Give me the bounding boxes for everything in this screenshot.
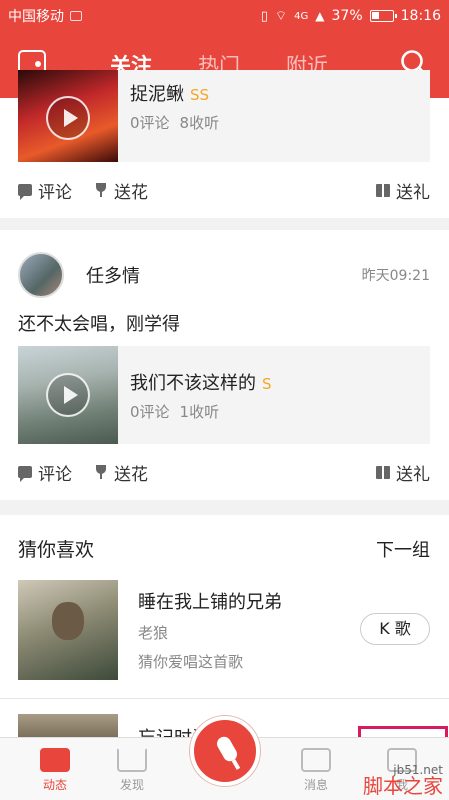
battery-icon	[369, 10, 397, 22]
recommend-header: 猜你喜欢 下一组	[18, 535, 430, 562]
user-row: 任多情 昨天09:21	[18, 250, 430, 300]
song-stats: 0评论 8收听	[130, 112, 219, 133]
action-row: 评论 送花 送礼	[18, 176, 430, 204]
flower-button[interactable]: 送花	[94, 178, 148, 203]
divider	[0, 698, 449, 699]
song-cover	[18, 346, 118, 444]
album-cover	[18, 580, 118, 680]
crown-icon	[117, 748, 147, 772]
watermark: jb51.net 脚本之家	[363, 764, 443, 796]
post-text: 还不太会唱，刚学得	[18, 314, 180, 335]
carrier-label: 中国移动	[8, 9, 64, 25]
status-bar: 中国移动 ▯ ⌔ 4G ▲ 37% 18:16	[0, 0, 449, 32]
username[interactable]: 任多情	[86, 262, 140, 288]
comment-button[interactable]: 评论	[18, 460, 72, 485]
song-item[interactable]: 捉泥鳅 SS 0评论 8收听	[18, 70, 430, 162]
flower-icon	[94, 183, 108, 197]
comment-icon	[18, 466, 32, 482]
nav-feed[interactable]: 动态	[25, 748, 85, 793]
play-icon[interactable]	[46, 373, 90, 417]
post-time: 昨天09:21	[361, 268, 430, 284]
sim-icon	[70, 11, 82, 21]
flower-icon	[94, 465, 108, 479]
chat-bubble-icon	[40, 748, 70, 772]
clock: 18:16	[400, 8, 441, 24]
recommend-artist: 老狼	[138, 624, 169, 642]
flower-button[interactable]: 送花	[94, 460, 148, 485]
action-row: 评论 送花 送礼	[18, 458, 430, 486]
recommend-item[interactable]: 睡在我上铺的兄弟 老狼 猜你爱唱这首歌 K 歌	[18, 579, 430, 681]
recommend-hint: 猜你爱唱这首歌	[138, 653, 244, 671]
recommend-title: 猜你喜欢	[18, 539, 95, 561]
avatar[interactable]	[18, 252, 64, 298]
song-title: 我们不该这样的 S	[130, 372, 272, 394]
gift-icon	[376, 465, 390, 479]
play-icon[interactable]	[46, 96, 90, 140]
signal-icon: ▲	[315, 9, 325, 23]
song-cover	[18, 70, 118, 162]
comment-button[interactable]: 评论	[18, 178, 72, 203]
envelope-icon	[301, 748, 331, 772]
song-item[interactable]: 我们不该这样的 S 0评论 1收听	[18, 346, 430, 444]
microphone-icon	[214, 734, 240, 764]
feed-card: 捉泥鳅 SS 0评论 8收听 评论 送花 送礼	[0, 70, 449, 218]
quality-badge: S	[262, 374, 272, 393]
comment-count: 0评论	[130, 113, 170, 132]
comment-icon	[18, 184, 32, 200]
comment-count: 0评论	[130, 402, 170, 421]
next-group-button[interactable]: 下一组	[376, 536, 430, 562]
quality-badge: SS	[190, 85, 210, 104]
listen-count: 1收听	[179, 402, 220, 421]
sing-button[interactable]	[190, 716, 260, 786]
feed-card: 任多情 昨天09:21 还不太会唱，刚学得 我们不该这样的 S 0评论 1收听 评论…	[0, 230, 449, 500]
recommend-section: 猜你喜欢 下一组 睡在我上铺的兄弟 老狼 猜你爱唱这首歌 K 歌 忘记时间	[0, 515, 449, 756]
nav-messages[interactable]: 消息	[286, 748, 346, 793]
recommend-song-title: 睡在我上铺的兄弟	[138, 592, 282, 613]
gift-button[interactable]: 送礼	[376, 460, 430, 485]
listen-count: 8收听	[179, 113, 220, 132]
gift-icon	[376, 183, 390, 197]
nav-discover[interactable]: 发现	[102, 748, 162, 793]
gift-button[interactable]: 送礼	[376, 178, 430, 203]
watermark-name: 脚本之家	[363, 774, 443, 798]
vibrate-icon: ▯	[260, 8, 268, 24]
wifi-icon: ⌔	[274, 9, 288, 24]
network-label: 4G	[294, 10, 309, 22]
battery-percent: 37%	[331, 8, 363, 24]
k-song-button[interactable]: K 歌	[360, 613, 430, 645]
song-stats: 0评论 1收听	[130, 401, 272, 422]
song-title: 捉泥鳅 SS	[130, 83, 210, 105]
